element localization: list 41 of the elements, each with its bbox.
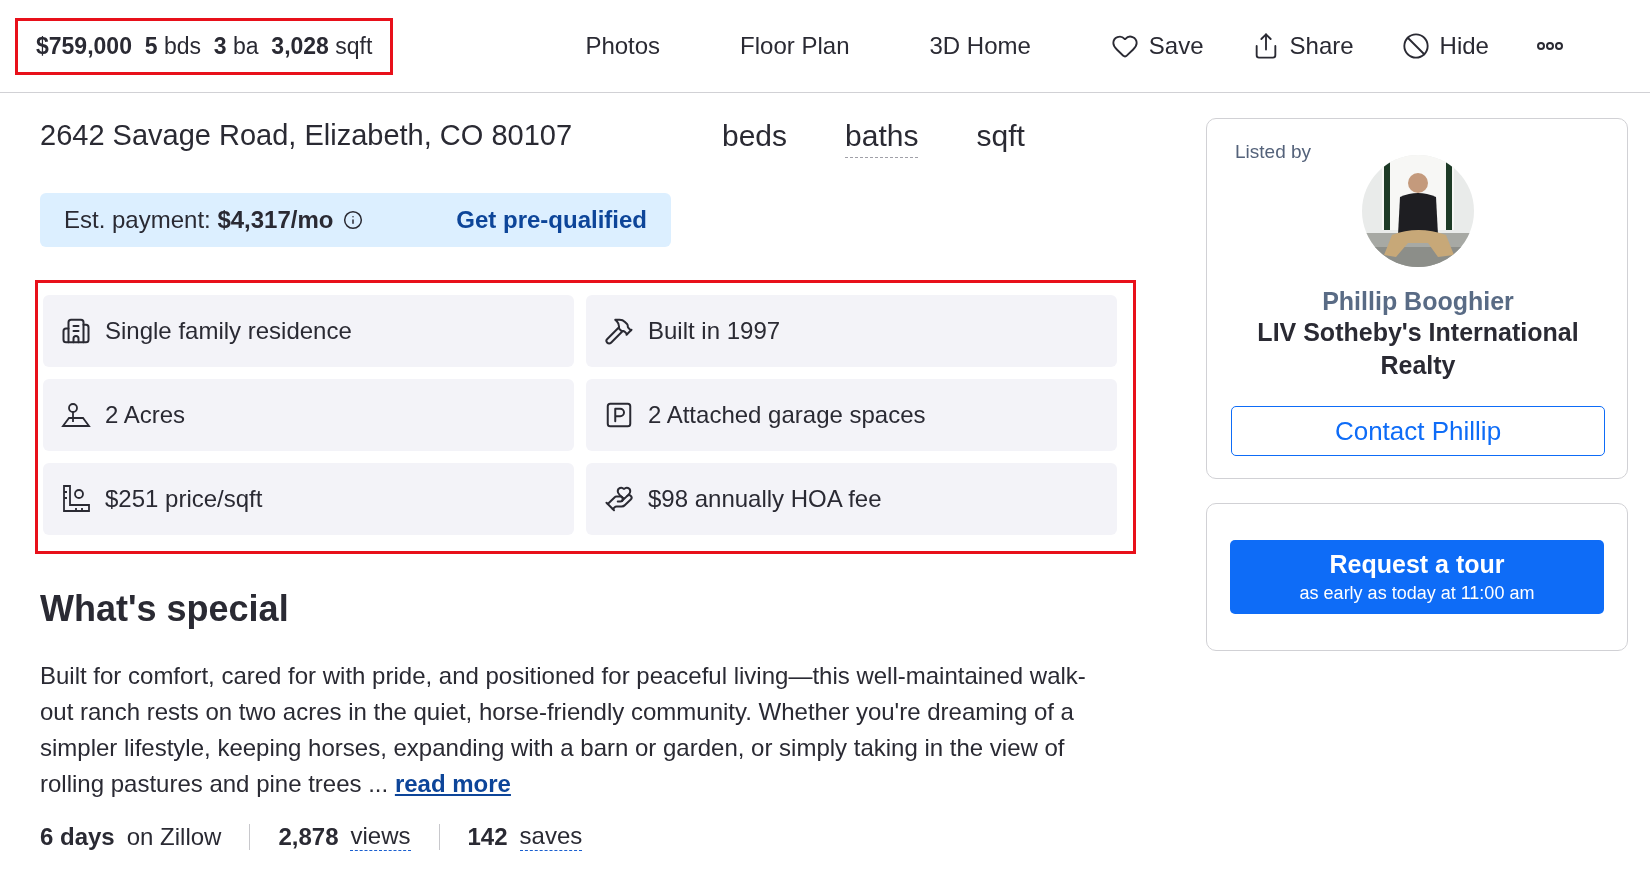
fact-text: Built in 1997 bbox=[648, 317, 781, 345]
fact-text: 2 Acres bbox=[105, 401, 186, 429]
address: 2642 Savage Road, Elizabeth, CO 80107 bbox=[40, 119, 574, 152]
contact-button[interactable]: Contact Phillip bbox=[1231, 406, 1605, 456]
description: Built for comfort, cared for with pride, and positioned for peaceful living—this well-maintained walk-out ranch rests on two acres in the quiet, horse-friendly community. Whether you're dreaming of a simpler lifestyle, keeping horses, expanding with a barn or garden, or simply taking in the view of rolling pastures and pine trees ... read more bbox=[40, 661, 1087, 799]
fact-text: $98 annually HOA fee bbox=[648, 485, 882, 513]
fact-text: $251 price/sqft bbox=[105, 485, 263, 513]
read-more-link[interactable]: read more bbox=[394, 770, 511, 797]
listed-by-caption: Listed by bbox=[1235, 141, 1312, 163]
activity-value: 2,878 bbox=[278, 822, 339, 851]
stat-label: baths bbox=[845, 119, 919, 158]
activity-label: views bbox=[350, 822, 411, 851]
stat-label: beds bbox=[722, 119, 788, 154]
activity-value: 142 bbox=[467, 822, 508, 851]
hammer-icon bbox=[604, 316, 634, 346]
agency-name: LIV Sotheby's International Realty bbox=[1256, 317, 1580, 381]
nav-link[interactable]: 3D Home bbox=[929, 32, 1031, 60]
fact-text: Single family residence bbox=[105, 317, 352, 345]
nav-link[interactable]: Photos bbox=[585, 32, 661, 60]
share-button[interactable]: Share bbox=[1251, 28, 1354, 64]
more-icon bbox=[1536, 42, 1563, 50]
listing-summary: $759,000 5 bds 3 ba 3,028 sqft bbox=[15, 17, 394, 75]
prequalify-link[interactable]: Get pre-qualified bbox=[456, 206, 647, 234]
agent-name: Phillip Booghier bbox=[1322, 287, 1514, 316]
section-title: What's special bbox=[40, 588, 290, 630]
activity-label: saves bbox=[519, 822, 583, 851]
nav-link[interactable]: Floor Plan bbox=[740, 32, 850, 60]
payment-estimate: Est. payment: $4,317/mo bbox=[64, 206, 334, 234]
hand-heart-icon bbox=[604, 484, 634, 514]
parking-icon bbox=[604, 400, 634, 430]
building-icon bbox=[61, 316, 91, 346]
ruler-icon bbox=[61, 484, 91, 514]
activity-label: on Zillow bbox=[126, 822, 222, 851]
save-button[interactable]: Save bbox=[1110, 28, 1204, 64]
hide-icon bbox=[1401, 32, 1430, 60]
hide-button[interactable]: Hide bbox=[1401, 28, 1489, 64]
fact-text: 2 Attached garage spaces bbox=[648, 401, 926, 429]
stat-label: sqft bbox=[976, 119, 1025, 154]
info-icon[interactable] bbox=[343, 210, 364, 230]
request-tour-button[interactable]: Request a tour as early as today at 11:00 am bbox=[1230, 540, 1604, 614]
activity-value: 6 days bbox=[40, 822, 115, 851]
